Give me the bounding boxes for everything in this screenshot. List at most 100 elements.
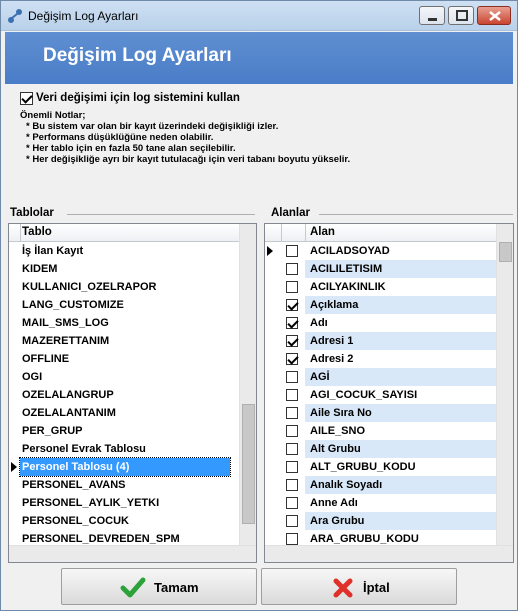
field-row[interactable]: ACILYAKINLIK: [265, 278, 496, 296]
field-checkbox[interactable]: [286, 443, 298, 455]
field-row[interactable]: Adresi 1: [265, 332, 496, 350]
field-name: ACILYAKINLIK: [310, 281, 386, 293]
field-checkbox[interactable]: [286, 353, 298, 365]
tables-scroll-thumb[interactable]: [242, 404, 255, 524]
field-name: ACILADSOYAD: [310, 245, 390, 257]
tables-vertical-scrollbar[interactable]: [239, 224, 256, 547]
field-checkbox[interactable]: [286, 263, 298, 275]
ok-button[interactable]: Tamam: [61, 568, 257, 605]
app-icon: [8, 9, 22, 23]
field-name: Alt Grubu: [310, 443, 361, 455]
table-name: OFFLINE: [22, 353, 70, 365]
field-row[interactable]: AILE_SNO: [265, 422, 496, 440]
field-checkbox[interactable]: [286, 245, 298, 257]
field-name: Analık Soyadı: [310, 479, 383, 491]
table-row[interactable]: PERSONEL_COCUK: [9, 512, 240, 530]
field-row[interactable]: Ara Grubu: [265, 512, 496, 530]
field-checkbox[interactable]: [286, 317, 298, 329]
fields-horizontal-scrollbar[interactable]: [265, 545, 513, 562]
field-checkbox[interactable]: [286, 407, 298, 419]
notes-title: Önemli Notlar;: [20, 110, 86, 121]
field-name: Adresi 2: [310, 353, 354, 365]
field-name: ARA_GRUBU_KODU: [310, 533, 419, 545]
field-checkbox[interactable]: [286, 299, 298, 311]
field-name: AGI_COCUK_SAYISI: [310, 389, 418, 401]
field-row[interactable]: Analık Soyadı: [265, 476, 496, 494]
close-icon: [489, 11, 501, 21]
field-checkbox[interactable]: [286, 533, 298, 545]
table-name: MAZERETTANIM: [22, 335, 110, 347]
table-row[interactable]: PERSONEL_AVANS: [9, 476, 240, 494]
field-checkbox[interactable]: [286, 389, 298, 401]
field-row[interactable]: Anne Adı: [265, 494, 496, 512]
table-name: İş İlan Kayıt: [22, 245, 84, 257]
enable-log-label[interactable]: Veri değişimi için log sistemini kullan: [36, 92, 240, 104]
enable-log-checkbox[interactable]: [20, 92, 33, 105]
field-row[interactable]: ACILADSOYAD: [265, 242, 496, 260]
field-checkbox[interactable]: [286, 425, 298, 437]
field-row[interactable]: ACILILETISIM: [265, 260, 496, 278]
table-row[interactable]: KULLANICI_OZELRAPOR: [9, 278, 240, 296]
field-checkbox[interactable]: [286, 371, 298, 383]
fields-scroll-thumb[interactable]: [499, 242, 512, 262]
settings-window: Değişim Log Ayarları Değişim Log Ayarlar…: [0, 0, 518, 611]
table-row[interactable]: LANG_CUSTOMIZE: [9, 296, 240, 314]
minimize-button[interactable]: [419, 6, 445, 25]
table-row[interactable]: Personel Evrak Tablosu: [9, 440, 240, 458]
field-row[interactable]: Adresi 2: [265, 350, 496, 368]
column-header-tablo[interactable]: Tablo: [22, 226, 52, 238]
cancel-button[interactable]: İptal: [261, 568, 457, 605]
table-name: OZELALANTANIM: [22, 407, 116, 419]
maximize-button[interactable]: [448, 6, 474, 25]
table-row[interactable]: OGI: [9, 368, 240, 386]
header-banner: Değişim Log Ayarları: [5, 32, 513, 84]
table-row[interactable]: KIDEM: [9, 260, 240, 278]
field-name: Ara Grubu: [310, 515, 365, 527]
field-name: Anne Adı: [310, 497, 358, 509]
table-name: PERSONEL_DEVREDEN_SPM: [22, 533, 180, 545]
field-name: Adı: [310, 317, 328, 329]
title-bar[interactable]: Değişim Log Ayarları: [1, 1, 517, 31]
table-row[interactable]: PERSONEL_AYLIK_YETKI: [9, 494, 240, 512]
field-row[interactable]: AGI_COCUK_SAYISI: [265, 386, 496, 404]
fields-grid[interactable]: Alan ACILADSOYAD ACILILETISIM ACILYAKINLIK…: [264, 223, 514, 563]
table-name: OZELALANGRUP: [22, 389, 114, 401]
table-row[interactable]: OFFLINE: [9, 350, 240, 368]
header-divider: [305, 224, 306, 242]
minimize-icon: [428, 18, 437, 21]
field-name: Adresi 1: [310, 335, 354, 347]
field-row[interactable]: Adı: [265, 314, 496, 332]
column-header-alan[interactable]: Alan: [310, 226, 335, 238]
tables-horizontal-scrollbar[interactable]: [9, 545, 256, 562]
table-row[interactable]: OZELALANTANIM: [9, 404, 240, 422]
table-row[interactable]: MAZERETTANIM: [9, 332, 240, 350]
tables-grid[interactable]: Tablo İş İlan Kayıt KIDEM KULLANICI_OZELRA…: [8, 223, 257, 563]
fields-vertical-scrollbar[interactable]: [496, 224, 513, 547]
field-row[interactable]: ALT_GRUBU_KODU: [265, 458, 496, 476]
table-row[interactable]: MAIL_SMS_LOG: [9, 314, 240, 332]
field-checkbox[interactable]: [286, 479, 298, 491]
field-checkbox[interactable]: [286, 335, 298, 347]
row-indicator-icon: [267, 246, 273, 256]
close-button[interactable]: [477, 6, 511, 25]
row-indicator-icon: [11, 462, 17, 472]
cancel-button-label: İptal: [363, 580, 390, 595]
header-divider: [281, 224, 282, 242]
field-checkbox[interactable]: [286, 281, 298, 293]
field-row[interactable]: Aile Sıra No: [265, 404, 496, 422]
table-name: PERSONEL_AVANS: [22, 479, 126, 491]
field-checkbox[interactable]: [286, 497, 298, 509]
fields-divider: [319, 214, 513, 215]
field-checkbox[interactable]: [286, 515, 298, 527]
table-row[interactable]: İş İlan Kayıt: [9, 242, 240, 260]
field-row[interactable]: Açıklama: [265, 296, 496, 314]
field-row[interactable]: Alt Grubu: [265, 440, 496, 458]
table-row[interactable]: OZELALANGRUP: [9, 386, 240, 404]
field-checkbox[interactable]: [286, 461, 298, 473]
field-row[interactable]: AGİ: [265, 368, 496, 386]
table-row[interactable]: PER_GRUP: [9, 422, 240, 440]
table-name: PERSONEL_AYLIK_YETKI: [22, 497, 160, 509]
table-row[interactable]: Personel Tablosu (4): [9, 457, 240, 477]
tables-section-label: Tablolar: [10, 207, 54, 219]
table-name: KIDEM: [22, 263, 58, 275]
